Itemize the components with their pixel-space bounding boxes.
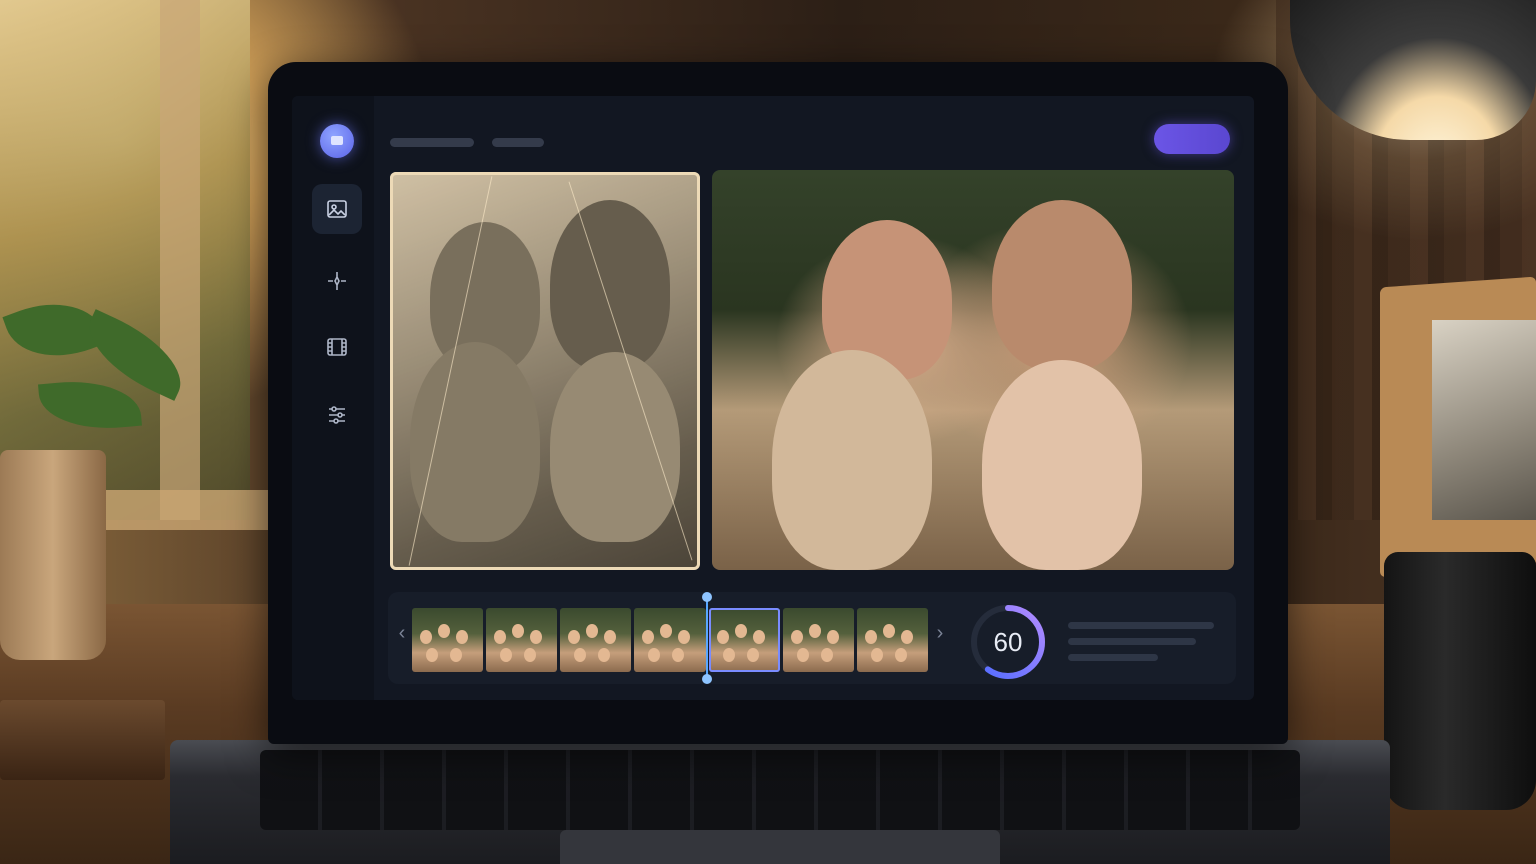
chevron-left-icon[interactable]: ‹ [392,622,412,645]
timeline-frame[interactable] [856,608,928,672]
figure-girl [550,352,680,542]
topbar-placeholder [492,138,544,147]
sidebar-item-image[interactable] [312,184,362,234]
thumbnail-face [796,648,809,662]
coffee-mug [1384,552,1536,810]
background-window [0,0,250,520]
primary-action-button[interactable] [1154,124,1230,154]
playhead[interactable] [702,592,712,684]
thumbnail-face [826,630,839,644]
thumbnail-face [746,648,759,662]
figure-father [550,200,670,370]
thumbnail-face [450,648,462,662]
thumbnail-face [642,630,655,644]
thumbnail-face [648,648,661,662]
sidebar-item-enhance[interactable] [312,256,362,306]
info-placeholder [1068,622,1214,629]
trackpad [560,830,1000,864]
thumbnail-face [678,630,691,644]
sidebar-item-video[interactable] [312,322,362,372]
timeline-frame[interactable] [412,608,484,672]
timeline-panel: ‹ › 60 [388,592,1236,684]
thumbnail-face [420,630,432,644]
thumbnail-face [820,648,833,662]
thumbnail-face [512,624,525,638]
frame-strip [412,608,928,672]
sliders-icon [329,406,345,424]
thumbnail-face [500,648,513,662]
app-screen: ‹ › 60 [292,96,1254,700]
thumbnail-face [672,648,685,662]
restored-photo [712,170,1234,570]
thumbnail-face [722,648,735,662]
thumbnail-face [586,624,599,638]
thumbnail-face [524,648,537,662]
info-placeholder [1068,654,1158,661]
info-placeholder [1068,638,1196,645]
thumbnail-face [882,624,895,638]
thumbnail-face [568,630,581,644]
progress-value: 60 [993,626,1023,657]
figure-girl [982,360,1142,570]
thumbnail-face [598,648,611,662]
thumbnail-face [870,648,883,662]
thumbnail-face [456,630,468,644]
thumbnail-face [790,630,803,644]
window-frame [160,0,200,520]
image-icon [327,200,347,218]
timeline-frame[interactable] [486,608,558,672]
sidebar [292,96,374,700]
sparkle-icon [328,272,346,290]
thumbnail-face [734,624,747,638]
sidebar-item-adjust[interactable] [312,390,362,440]
chevron-right-icon[interactable]: › [930,622,950,645]
app-logo-icon[interactable] [320,124,354,158]
timeline-frame[interactable] [782,608,854,672]
film-icon [327,338,347,356]
thumbnail-face [900,630,913,644]
topbar-placeholder [390,138,474,147]
thumbnail-face [494,630,507,644]
thumbnail-face [716,630,729,644]
thumbnail-face [808,624,821,638]
keyboard [260,750,1300,830]
original-photo [390,172,700,570]
framed-photo [1432,320,1536,520]
thumbnail-face [752,630,765,644]
thumbnail-face [574,648,587,662]
thumbnail-face [604,630,617,644]
thumbnail-face [864,630,877,644]
figure-boy [772,350,932,570]
timeline-frame[interactable] [560,608,632,672]
timeline-frame[interactable] [708,608,780,672]
timeline-frame[interactable] [634,608,706,672]
thumbnail-face [438,624,450,638]
figure-father [992,200,1132,370]
thumbnail-face [426,648,438,662]
thumbnail-face [530,630,543,644]
thumbnail-face [894,648,907,662]
thumbnail-face [660,624,673,638]
plant-pot [0,450,106,660]
figure-boy [410,342,540,542]
book-stack [0,700,165,780]
